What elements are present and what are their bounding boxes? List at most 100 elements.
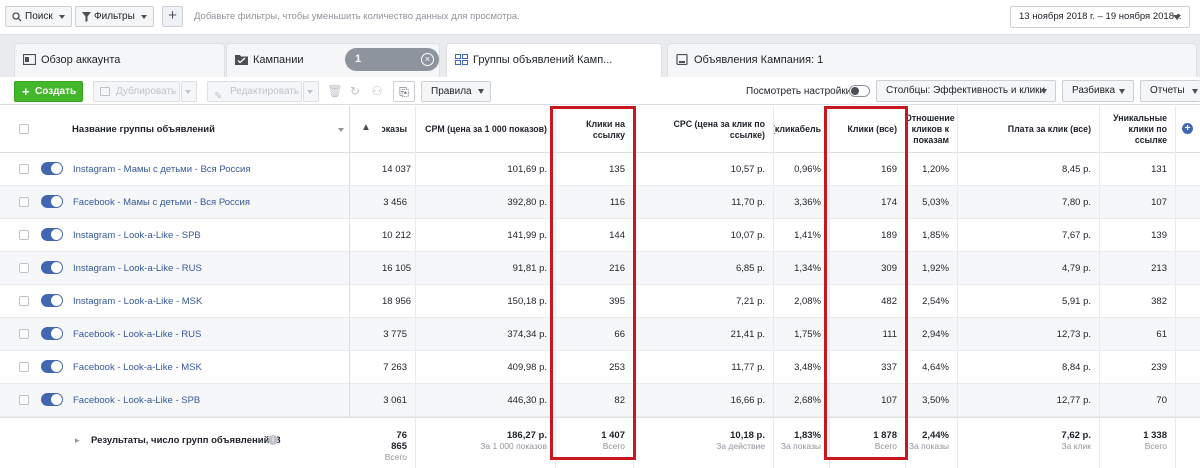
- create-button[interactable]: + Создать: [14, 81, 83, 102]
- row-checkbox[interactable]: [19, 296, 29, 306]
- row-toggle[interactable]: [41, 261, 63, 274]
- tab-ads[interactable]: Объявления Кампания: 1: [667, 43, 1197, 77]
- row-checkbox[interactable]: [19, 263, 29, 273]
- duplicate-button[interactable]: Дублировать: [93, 81, 180, 102]
- tab-adsets[interactable]: Группы объявлений Камп...: [446, 43, 662, 78]
- users-icon[interactable]: ⚇: [367, 81, 387, 102]
- cell-ctr-all: 3,50%: [906, 384, 958, 417]
- columns-button[interactable]: Столбцы: Эффективность и клики: [876, 80, 1056, 102]
- row-checkbox[interactable]: [19, 395, 29, 405]
- cell-ctr-all: 5,03%: [906, 186, 958, 219]
- cell-ctr: 0,96%: [774, 153, 830, 186]
- total-sub: За показы: [908, 441, 949, 451]
- col-ctr-all-label: Отношение кликов к показам: [906, 113, 955, 145]
- publish-icon[interactable]: ↻: [345, 81, 365, 102]
- cell-cpm: 101,69 р.: [416, 153, 556, 186]
- edit-button[interactable]: ✎ Редактировать: [207, 81, 302, 102]
- chevron-down-icon: [140, 14, 147, 19]
- cell-ctr: 3,48%: [774, 351, 830, 384]
- col-ctr[interactable]: (кликабель: [774, 106, 830, 153]
- reports-button[interactable]: Отчеты: [1140, 80, 1200, 102]
- total-value: 76 865: [391, 430, 407, 452]
- rules-button[interactable]: Правила: [421, 81, 491, 102]
- tab-account-overview[interactable]: Обзор аккаунта: [14, 43, 225, 77]
- row-toggle[interactable]: [41, 294, 63, 307]
- total-cpm: 186,27 р. За 1 000 показов: [416, 418, 556, 468]
- chevron-down-icon: [185, 90, 191, 94]
- row-checkbox[interactable]: [19, 197, 29, 207]
- cell-ctr-all: 1,92%: [906, 252, 958, 285]
- cell-ctr: 3,36%: [774, 186, 830, 219]
- row-toggle[interactable]: [41, 195, 63, 208]
- totals-label: Результаты, число групп объявлений: 8: [91, 435, 281, 446]
- tab-label: Объявления Кампания: 1: [694, 54, 824, 66]
- tab-campaigns[interactable]: Кампании 1 выбрано ×: [226, 43, 440, 88]
- row-toggle[interactable]: [41, 162, 63, 175]
- col-ctr-all[interactable]: Отношение кликов к показам: [906, 106, 958, 153]
- row-checkbox[interactable]: [19, 164, 29, 174]
- total-value: 2,44%: [922, 430, 949, 441]
- cell-cpc: 6,85 р.: [634, 252, 774, 285]
- col-impressions[interactable]: оказы: [382, 106, 416, 153]
- col-cpc[interactable]: CPC (цена за клик по ссылке): [634, 106, 774, 153]
- duplicate-dropdown[interactable]: [181, 81, 197, 102]
- view-setup-toggle[interactable]: [849, 85, 870, 97]
- adset-name-link[interactable]: Instagram - Look-a-Like - SPB: [73, 219, 201, 252]
- row-toggle[interactable]: [41, 393, 63, 406]
- add-filter-button[interactable]: +: [162, 6, 183, 27]
- tab-label: Кампании: [253, 54, 304, 66]
- add-column-icon[interactable]: +: [1182, 123, 1193, 134]
- adset-name-link[interactable]: Facebook - Look-a-Like - SPB: [73, 384, 200, 417]
- expand-icon[interactable]: ▸: [75, 435, 80, 446]
- row-toggle[interactable]: [41, 327, 63, 340]
- info-icon[interactable]: i: [268, 435, 278, 445]
- col-name[interactable]: Название группы объявлений: [72, 124, 215, 135]
- edit-dropdown[interactable]: [303, 81, 319, 102]
- total-value: 1,83%: [794, 430, 821, 441]
- cell-cpc-all: 8,84 р.: [958, 351, 1100, 384]
- filters-button[interactable]: Фильтры: [75, 6, 154, 27]
- adset-name-link[interactable]: Facebook - Мамы с детьми - Вся Россия: [73, 186, 250, 219]
- total-sub: За действие: [716, 441, 765, 451]
- breakdown-button[interactable]: Разбивка: [1062, 80, 1134, 102]
- col-impressions-label: оказы: [382, 124, 407, 134]
- clear-selection-icon[interactable]: ×: [421, 53, 434, 66]
- cell-cpc: 21,41 р.: [634, 318, 774, 351]
- frozen-divider: [349, 106, 350, 468]
- cell-cpc: 11,70 р.: [634, 186, 774, 219]
- cell-cpm: 141,99 р.: [416, 219, 556, 252]
- cell-unique: 139: [1100, 219, 1176, 252]
- sort-icon[interactable]: [338, 128, 344, 132]
- total-value: 7,62 р.: [1061, 430, 1091, 441]
- adset-name-link[interactable]: Facebook - Look-a-Like - MSK: [73, 351, 202, 384]
- adset-name-link[interactable]: Facebook - Look-a-Like - RUS: [73, 318, 201, 351]
- col-cpm[interactable]: CPM (цена за 1 000 показов): [416, 106, 556, 153]
- row-toggle[interactable]: [41, 360, 63, 373]
- adset-name-link[interactable]: Instagram - Look-a-Like - MSK: [73, 285, 202, 318]
- col-unique-clicks[interactable]: Уникальные клики по ссылке: [1100, 106, 1176, 153]
- total-sub: За клик: [1061, 441, 1091, 451]
- search-button[interactable]: Поиск: [5, 6, 72, 27]
- chevron-down-icon: [1041, 89, 1047, 94]
- account-overview-icon: [23, 54, 36, 65]
- select-all-checkbox[interactable]: [19, 124, 29, 134]
- delete-icon[interactable]: 🗑: [325, 81, 345, 102]
- adset-name-link[interactable]: Instagram - Look-a-Like - RUS: [73, 252, 202, 285]
- view-setup-label: Посмотреть настройки: [746, 86, 852, 97]
- date-range-picker[interactable]: 13 ноября 2018 г. – 19 ноября 2018 г.: [1010, 6, 1190, 28]
- col-cpc-all[interactable]: Плата за клик (все): [958, 106, 1100, 153]
- cell-ctr-all: 2,54%: [906, 285, 958, 318]
- cell-unique: 70: [1100, 384, 1176, 417]
- highlight-box-clicks-all: [824, 106, 908, 460]
- highlight-box-link-clicks: [550, 106, 636, 460]
- preview-icon[interactable]: ⎘: [393, 81, 415, 102]
- row-checkbox[interactable]: [19, 329, 29, 339]
- selection-pill[interactable]: 1 выбрано ×: [345, 48, 439, 88]
- row-checkbox[interactable]: [19, 362, 29, 372]
- row-checkbox[interactable]: [19, 230, 29, 240]
- edit-label: Редактировать: [230, 86, 300, 97]
- row-toggle[interactable]: [41, 228, 63, 241]
- adset-name-link[interactable]: Instagram - Мамы с детьми - Вся Россия: [73, 153, 251, 186]
- cell-cpc: 10,07 р.: [634, 219, 774, 252]
- chevron-down-icon: [58, 14, 65, 19]
